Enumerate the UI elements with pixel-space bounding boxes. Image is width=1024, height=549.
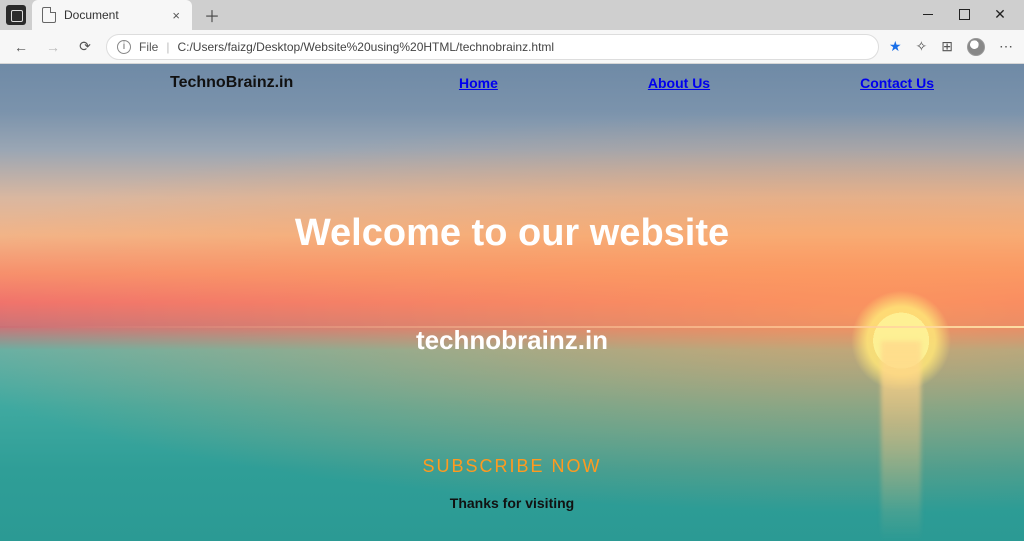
window-minimize-button[interactable] [910, 0, 946, 28]
nav-links: Home About Us Contact Us [459, 75, 964, 91]
more-menu-icon[interactable]: ⋯ [999, 38, 1014, 55]
favorites-bar-icon[interactable]: ✧ [916, 38, 928, 55]
nav-refresh-button[interactable]: ⟳ [74, 36, 96, 58]
browser-chrome: Document × ＋ ✕ ← → ⟳ i File | C:/Users/f… [0, 0, 1024, 64]
url-separator: | [166, 40, 169, 54]
tab-title: Document [64, 8, 162, 22]
top-nav: TechnoBrainz.in Home About Us Contact Us [0, 64, 1024, 92]
site-info-icon[interactable]: i [117, 40, 131, 54]
nav-link-home[interactable]: Home [459, 75, 498, 91]
window-controls: ✕ [910, 0, 1018, 28]
new-tab-button[interactable]: ＋ [198, 1, 226, 29]
window-maximize-button[interactable] [946, 0, 982, 28]
window-close-button[interactable]: ✕ [982, 0, 1018, 28]
nav-forward-button[interactable]: → [42, 36, 64, 58]
tab-close-icon[interactable]: × [170, 8, 182, 23]
url-scheme-label: File [139, 40, 158, 54]
url-text: C:/Users/faizg/Desktop/Website%20using%2… [177, 40, 868, 54]
favorite-star-icon[interactable]: ★ [889, 38, 902, 55]
browser-tab-active[interactable]: Document × [32, 0, 192, 30]
collections-icon[interactable]: ⊞ [941, 38, 953, 55]
toolbar-right-icons: ★ ✧ ⊞ ⋯ [889, 38, 1014, 56]
nav-link-contact[interactable]: Contact Us [860, 75, 934, 91]
thanks-text: Thanks for visiting [0, 495, 1024, 511]
hero-title: Welcome to our website [0, 212, 1024, 255]
tab-preview-icon[interactable] [6, 5, 26, 25]
hero-subtitle: technobrainz.in [0, 325, 1024, 356]
tab-bar: Document × ＋ ✕ [0, 0, 1024, 30]
subscribe-button[interactable]: SUBSCRIBE NOW [0, 456, 1024, 477]
site-logo: TechnoBrainz.in [170, 74, 293, 92]
nav-back-button[interactable]: ← [10, 36, 32, 58]
url-field[interactable]: i File | C:/Users/faizg/Desktop/Website%… [106, 34, 879, 60]
page-content: TechnoBrainz.in Home About Us Contact Us… [0, 64, 1024, 541]
page-viewport: TechnoBrainz.in Home About Us Contact Us… [0, 64, 1024, 541]
hero-section: Welcome to our website technobrainz.in [0, 212, 1024, 356]
document-icon [42, 7, 56, 23]
address-bar: ← → ⟳ i File | C:/Users/faizg/Desktop/We… [0, 30, 1024, 64]
nav-link-about[interactable]: About Us [648, 75, 710, 91]
profile-avatar-icon[interactable] [967, 38, 985, 56]
